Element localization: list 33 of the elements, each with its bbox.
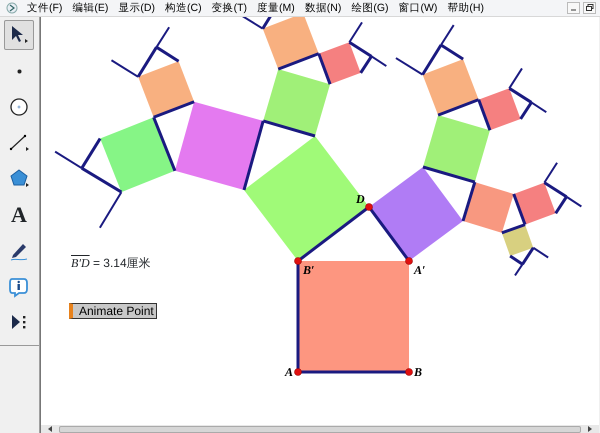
arrow-tool[interactable] — [4, 20, 34, 50]
point-marker[interactable] — [365, 203, 373, 211]
point-label: A — [285, 365, 294, 379]
point-label: B′ — [303, 263, 314, 277]
menu-item[interactable]: 文件(F) — [22, 0, 68, 16]
point-marker[interactable] — [405, 368, 413, 376]
menu-item[interactable]: 窗口(W) — [394, 0, 442, 16]
point-label: B — [414, 365, 422, 379]
minimize-icon[interactable] — [567, 2, 580, 14]
menu-item[interactable]: 数据(N) — [300, 0, 346, 16]
animate-point-button[interactable]: Animate Point — [69, 303, 157, 319]
menu-item[interactable]: 度量(M) — [252, 0, 300, 16]
point-icon — [16, 68, 22, 74]
polygon-icon — [8, 168, 30, 190]
point-marker[interactable] — [294, 368, 302, 376]
menu-item[interactable]: 构造(C) — [160, 0, 207, 16]
menu-item[interactable]: 显示(D) — [113, 0, 160, 16]
point-label: D — [356, 192, 365, 206]
point-label: A′ — [414, 263, 426, 277]
point-marker[interactable] — [405, 257, 413, 265]
point-marker[interactable] — [294, 257, 302, 265]
info-icon — [8, 276, 30, 298]
line-icon — [8, 132, 30, 154]
restore-icon[interactable] — [583, 2, 596, 14]
text-tool[interactable]: A — [4, 200, 34, 230]
scrollbar-thumb[interactable] — [59, 426, 581, 432]
app-icon[interactable] — [6, 2, 18, 14]
compass-icon — [8, 96, 30, 118]
menu-item[interactable]: 变换(T) — [206, 0, 252, 16]
menu-item[interactable]: 编辑(E) — [67, 0, 114, 16]
measurement-text: B′D = 3.14厘米 — [71, 255, 151, 272]
menu-item[interactable]: 帮助(H) — [442, 0, 489, 16]
menu-item[interactable]: 绘图(G) — [346, 0, 394, 16]
